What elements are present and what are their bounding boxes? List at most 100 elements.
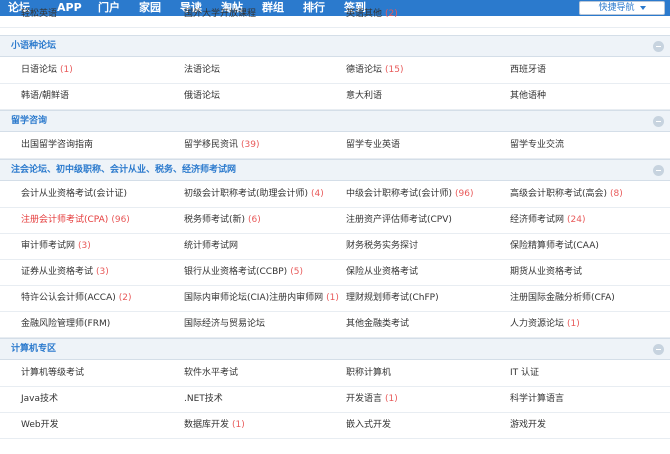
board-name: 人力资源论坛 <box>510 319 565 329</box>
forum-board-link[interactable]: 开发语言 (1) <box>346 387 398 412</box>
forum-board-link[interactable]: 俄语论坛 <box>184 84 220 109</box>
forum-board-link[interactable]: 国际内审师论坛(CIA)注册内审师网 (1) <box>184 286 339 311</box>
forum-board-link[interactable]: 注册会计师考试(CPA) (96) <box>21 208 130 233</box>
board-name: 初级会计职称考试(助理会计师) <box>184 189 309 199</box>
forum-board-link[interactable]: Java技术 <box>21 387 58 412</box>
forum-board-link[interactable]: 德语论坛 (15) <box>346 58 404 83</box>
board-name: 软件水平考试 <box>184 368 239 378</box>
forum-board-link[interactable]: 日语论坛 (1) <box>21 58 73 83</box>
forum-board-link[interactable]: 嵌入式开发 <box>346 413 391 438</box>
collapse-icon[interactable] <box>653 41 664 52</box>
board-name: 高级会计职称考试(高会) <box>510 189 608 199</box>
forum-board-link[interactable]: 注册资产评估师考试(CPV) <box>346 208 452 233</box>
forum-board-link[interactable]: .NET技术 <box>184 387 223 412</box>
board-post-count: (4) <box>311 189 324 199</box>
forum-board-link[interactable]: 期货从业资格考试 <box>510 260 582 285</box>
forum-board-link[interactable]: 留学专业英语 <box>346 133 400 158</box>
board-post-count: (1) <box>232 420 245 430</box>
board-name: 英语其他 <box>346 9 383 19</box>
collapse-icon[interactable] <box>653 344 664 355</box>
forum-board-link[interactable]: 其他语种 <box>510 84 546 109</box>
forum-board-link[interactable]: 数据库开发 (1) <box>184 413 245 438</box>
board-post-count: (96) <box>111 215 130 225</box>
board-post-count: (24) <box>567 215 586 225</box>
board-name: 计算机等级考试 <box>21 368 85 378</box>
forum-board-link[interactable]: 留学移民资讯 (39) <box>184 133 260 158</box>
board-name: 经济师考试网 <box>510 215 565 225</box>
section-title[interactable]: 留学咨询 <box>11 111 47 132</box>
forum-board-link[interactable]: 会计从业资格考试(会计证) <box>21 182 127 207</box>
forum-board-link[interactable]: 中级会计职称考试(会计师) (96) <box>346 182 474 207</box>
board-name: 其他语种 <box>510 91 547 101</box>
collapse-icon[interactable] <box>653 165 664 176</box>
forum-board-link[interactable]: 银行从业资格考试(CCBP) (5) <box>184 260 303 285</box>
forum-board-link[interactable]: 审计师考试网 (3) <box>21 234 91 259</box>
board-name: 注册会计师考试(CPA) <box>21 215 109 225</box>
board-name: 其他金融类考试 <box>346 319 410 329</box>
board-row: Web开发 数据库开发 (1) 嵌入式开发 游戏开发 <box>0 413 670 439</box>
board-post-count: (3) <box>78 241 91 251</box>
board-name: 中级会计职称考试(会计师) <box>346 189 453 199</box>
forum-board-link[interactable]: 国际经济与贸易论坛 <box>184 312 265 337</box>
board-name: 保险精算师考试(CAA) <box>510 241 599 251</box>
forum-board-link[interactable]: 游戏开发 <box>510 413 546 438</box>
forum-board-link[interactable]: 意大利语 <box>346 84 382 109</box>
forum-board-link[interactable]: 软件水平考试 <box>184 361 238 386</box>
forum-board-link[interactable]: 计算机等级考试 <box>21 361 84 386</box>
forum-board-link[interactable]: 其他金融类考试 <box>346 312 409 337</box>
board-post-count: (1) <box>60 65 73 75</box>
forum-board-link[interactable]: 证券从业资格考试 (3) <box>21 260 109 285</box>
board-name: 法语论坛 <box>184 65 221 75</box>
forum-board-link[interactable]: 轻松英语 <box>21 2 57 27</box>
forum-board-link[interactable]: 职称计算机 <box>346 361 391 386</box>
forum-board-link[interactable]: 特许公认会计师(ACCA) (2) <box>21 286 132 311</box>
forum-board-link[interactable]: 留学专业交流 <box>510 133 564 158</box>
forum-board-link[interactable]: 统计师考试网 <box>184 234 238 259</box>
board-name: 注册国际金融分析师(CFA) <box>510 293 615 303</box>
forum-board-link[interactable]: 保险精算师考试(CAA) <box>510 234 599 259</box>
forum-board-link[interactable]: 法语论坛 <box>184 58 220 83</box>
forum-board-link[interactable]: 经济师考试网 (24) <box>510 208 586 233</box>
board-post-count: (1) <box>567 319 580 329</box>
board-name: 财务税务实务探讨 <box>346 241 419 251</box>
forum-board-link[interactable]: 保险从业资格考试 <box>346 260 418 285</box>
forum-board-link[interactable]: 出国留学咨询指南 <box>21 133 93 158</box>
forum-board-link[interactable]: 初级会计职称考试(助理会计师) (4) <box>184 182 324 207</box>
board-name: 嵌入式开发 <box>346 420 392 430</box>
forum-board-link[interactable]: 英语其他 (2) <box>346 2 398 27</box>
forum-board-link[interactable]: 国外大学开放课程 <box>184 2 256 27</box>
forum-board-link[interactable]: 高级会计职称考试(高会) (8) <box>510 182 623 207</box>
board-name: 证券从业资格考试 <box>21 267 94 277</box>
section-header: 注会论坛、初中级职称、会计从业、税务、经济师考试网 <box>0 159 670 181</box>
board-name: 税务师考试(新) <box>184 215 246 225</box>
forum-board-link[interactable]: 注册国际金融分析师(CFA) <box>510 286 615 311</box>
board-post-count: (2) <box>385 9 398 19</box>
forum-board-link[interactable]: 西班牙语 <box>510 58 546 83</box>
forum-board-link[interactable]: 科学计算语言 <box>510 387 564 412</box>
board-name: 会计从业资格考试(会计证) <box>21 189 128 199</box>
board-name: IT 认证 <box>510 368 540 378</box>
forum-board-link[interactable]: 人力资源论坛 (1) <box>510 312 580 337</box>
collapse-icon[interactable] <box>653 116 664 127</box>
section-title[interactable]: 小语种论坛 <box>11 36 56 57</box>
forum-board-link[interactable]: IT 认证 <box>510 361 539 386</box>
forum-board-link[interactable]: 财务税务实务探讨 <box>346 234 418 259</box>
board-name: 国际内审师论坛(CIA)注册内审师网 <box>184 293 324 303</box>
board-row: 计算机等级考试 软件水平考试 职称计算机 IT 认证 <box>0 361 670 387</box>
board-row: 出国留学咨询指南 留学移民资讯 (39) 留学专业英语 留学专业交流 <box>0 133 670 159</box>
board-name: 留学专业英语 <box>346 140 401 150</box>
board-row: 会计从业资格考试(会计证) 初级会计职称考试(助理会计师) (4) 中级会计职称考试(… <box>0 182 670 208</box>
section-title[interactable]: 注会论坛、初中级职称、会计从业、税务、经济师考试网 <box>11 160 236 181</box>
forum-board-link[interactable]: 金融风险管理师(FRM) <box>21 312 110 337</box>
section-title[interactable]: 计算机专区 <box>11 339 56 360</box>
forum-board-link[interactable]: Web开发 <box>21 413 59 438</box>
board-name: 银行从业资格考试(CCBP) <box>184 267 288 277</box>
board-post-count: (39) <box>241 140 260 150</box>
forum-board-link[interactable]: 理财规划师考试(ChFP) <box>346 286 439 311</box>
board-name: 科学计算语言 <box>510 394 565 404</box>
forum-board-link[interactable]: 韩语/朝鲜语 <box>21 84 69 109</box>
board-post-count: (1) <box>326 293 339 303</box>
forum-board-link[interactable]: 税务师考试(新) (6) <box>184 208 261 233</box>
section-header: 留学咨询 <box>0 110 670 132</box>
board-name: Java技术 <box>21 394 59 404</box>
